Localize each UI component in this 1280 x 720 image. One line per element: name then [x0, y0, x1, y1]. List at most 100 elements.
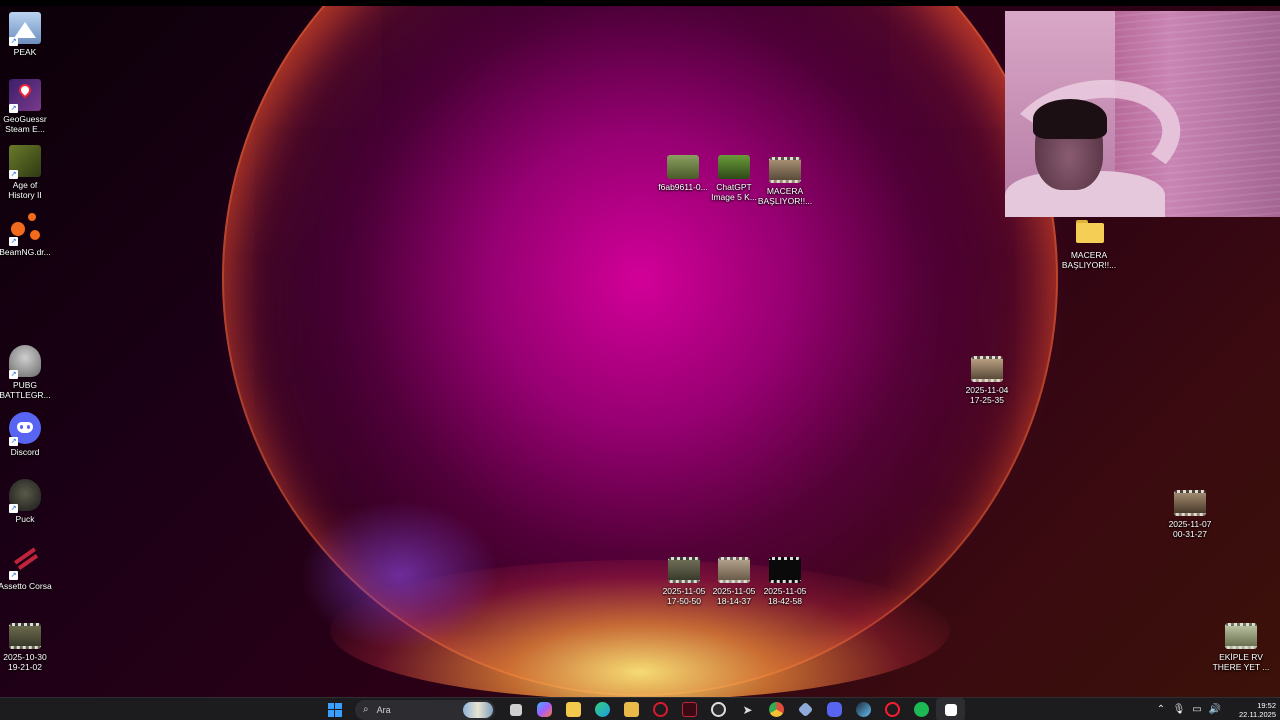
video-file-icon: [971, 356, 1003, 382]
desktop-icon-label: 2025-11-05 18-42-58: [763, 586, 807, 606]
windows-logo-icon: [327, 702, 342, 717]
chrome-icon: [769, 702, 784, 717]
capcut-button[interactable]: [675, 698, 704, 720]
desktop-icon-video-2025-11-04[interactable]: 2025-11-04 17-25-35: [955, 350, 1019, 405]
desktop-icon-label: Puck: [15, 514, 35, 524]
volume-icon[interactable]: 🔊: [1206, 704, 1224, 715]
capcut-active-icon: [944, 703, 957, 716]
assetto-corsa-icon: ↗: [9, 546, 41, 580]
taskbar-search[interactable]: ⌕ Ara: [355, 699, 495, 720]
desktop-icon-label: PUBG BATTLEGR...: [0, 380, 51, 400]
desktop-icon-macera-video[interactable]: MACERA BAŞLIYOR!!...: [753, 151, 817, 206]
search-placeholder: Ara: [376, 704, 391, 715]
cursor-app-button[interactable]: ➤: [733, 698, 762, 720]
search-highlight-icon: [463, 701, 493, 718]
beamng-icon: ↗: [9, 212, 41, 246]
steam-button[interactable]: [849, 698, 878, 720]
start-button[interactable]: [320, 698, 349, 720]
desktop-icon-label: MACERA BAŞLIYOR!!...: [1061, 250, 1117, 270]
desktop-icon-label: MACERA BAŞLIYOR!!...: [757, 186, 813, 206]
clock-date: 22.11.2025: [1239, 709, 1276, 719]
edge-icon: [595, 702, 610, 717]
desktop-icon-beamng[interactable]: ↗ BeamNG.dr...: [0, 212, 53, 257]
geoguessr-icon: ↗: [9, 79, 41, 113]
desktop-icon-label: GeoGuessr Steam E...: [3, 114, 47, 134]
image-file-icon: [718, 155, 750, 179]
webcam-overlay: [1005, 11, 1280, 217]
desktop-icon-label: 2025-11-07 00-31-27: [1168, 519, 1212, 539]
video-file-icon: [769, 157, 801, 183]
tray-overflow-chevron-icon[interactable]: ⌃: [1152, 704, 1170, 715]
desktop-icon-video-2025-11-07[interactable]: 2025-11-07 00-31-27: [1158, 484, 1222, 539]
spotify-button[interactable]: [907, 698, 936, 720]
opera-gx-icon: [653, 702, 668, 717]
steam-icon: [856, 702, 871, 717]
chrome-button[interactable]: [762, 698, 791, 720]
file-explorer-icon: [566, 702, 581, 717]
desktop-icon-age-of-history[interactable]: ↗ Age of History II: [0, 145, 53, 200]
opera-icon: [885, 702, 900, 717]
task-view-button[interactable]: [501, 698, 530, 720]
video-file-icon: [769, 557, 801, 583]
desktop-icon-peak[interactable]: ↗ PEAK: [0, 12, 53, 57]
desktop-icon-assetto-corsa[interactable]: ↗ Assetto Corsa: [0, 546, 53, 591]
network-icon[interactable]: ▭: [1188, 704, 1206, 715]
desktop-icon-label: PEAK: [13, 47, 37, 57]
desktop-icon-label: EKİPLE RV THERE YET ...: [1212, 652, 1270, 672]
wallpaper-glow-left: [300, 500, 500, 650]
spotify-icon: [914, 702, 929, 717]
discord-taskbar-icon: [827, 702, 842, 717]
epic-launcher-icon: [797, 701, 814, 718]
desktop-icon-video-2025-10-30[interactable]: 2025-10-30 19-21-02: [0, 617, 53, 672]
system-tray: ⌃ 🎙 ▭ 🔊 19:52 22.11.2025: [1152, 698, 1280, 720]
desktop-icon-pubg[interactable]: ↗ PUBG BATTLEGR...: [0, 345, 53, 400]
opera-button[interactable]: [878, 698, 907, 720]
file-explorer-button[interactable]: [559, 698, 588, 720]
video-file-icon: [9, 623, 41, 649]
desktop-icon-macera-folder[interactable]: MACERA BAŞLIYOR!!...: [1057, 215, 1121, 270]
cursor-icon: ➤: [742, 702, 753, 717]
wallpaper-glow-bottom: [330, 560, 950, 700]
obs-button[interactable]: [704, 698, 733, 720]
clock-time: 19:52: [1257, 700, 1276, 710]
capcut-active-button[interactable]: [936, 698, 965, 720]
video-file-icon: [1174, 490, 1206, 516]
peak-icon: ↗: [9, 12, 41, 46]
top-edge: [0, 0, 1280, 6]
search-icon: ⌕: [363, 704, 369, 715]
microphone-icon[interactable]: 🎙: [1170, 704, 1188, 715]
opera-gx-button[interactable]: [646, 698, 675, 720]
desktop-icon-discord[interactable]: ↗ Discord: [0, 412, 53, 457]
desktop: ↗ PEAK ↗ GeoGuessr Steam E... ↗ Age of H…: [0, 0, 1280, 720]
desktop-icon-ekiple-rv[interactable]: EKİPLE RV THERE YET ...: [1209, 617, 1273, 672]
taskbar-apps: ⌕ Ara ➤: [320, 698, 965, 720]
desktop-icon-video-2025-11-05-c[interactable]: 2025-11-05 18-42-58: [753, 551, 817, 606]
desktop-icon-puck[interactable]: ↗ Puck: [0, 479, 53, 524]
pubg-icon: ↗: [9, 345, 41, 379]
desktop-icon-geoguessr[interactable]: ↗ GeoGuessr Steam E...: [0, 79, 53, 134]
discord-icon: ↗: [9, 412, 41, 446]
desktop-icon-label: 2025-10-30 19-21-02: [3, 652, 47, 672]
task-view-icon: [509, 703, 522, 716]
ms-store-icon: [624, 702, 639, 717]
copilot-button[interactable]: [530, 698, 559, 720]
discord-taskbar-button[interactable]: [820, 698, 849, 720]
desktop-icon-label: 2025-11-04 17-25-35: [965, 385, 1009, 405]
obs-icon: [711, 702, 726, 717]
desktop-icon-label: Assetto Corsa: [0, 581, 52, 591]
epic-launcher-button[interactable]: [791, 698, 820, 720]
video-file-icon: [668, 557, 700, 583]
taskbar: ⌕ Ara ➤ ⌃ 🎙 ▭ 🔊 19:52 22.11.2025: [0, 697, 1280, 720]
clock[interactable]: 19:52 22.11.2025: [1224, 701, 1280, 719]
webcam-person-hair: [1033, 99, 1107, 139]
ms-store-button[interactable]: [617, 698, 646, 720]
age-of-history-icon: ↗: [9, 145, 41, 179]
edge-button[interactable]: [588, 698, 617, 720]
folder-icon: [1073, 215, 1105, 247]
image-file-icon: [667, 155, 699, 179]
capcut-icon: [682, 702, 697, 717]
puck-icon: ↗: [9, 479, 41, 513]
wallpaper-glow-ring: [222, 0, 1058, 696]
video-file-icon: [718, 557, 750, 583]
video-file-icon: [1225, 623, 1257, 649]
